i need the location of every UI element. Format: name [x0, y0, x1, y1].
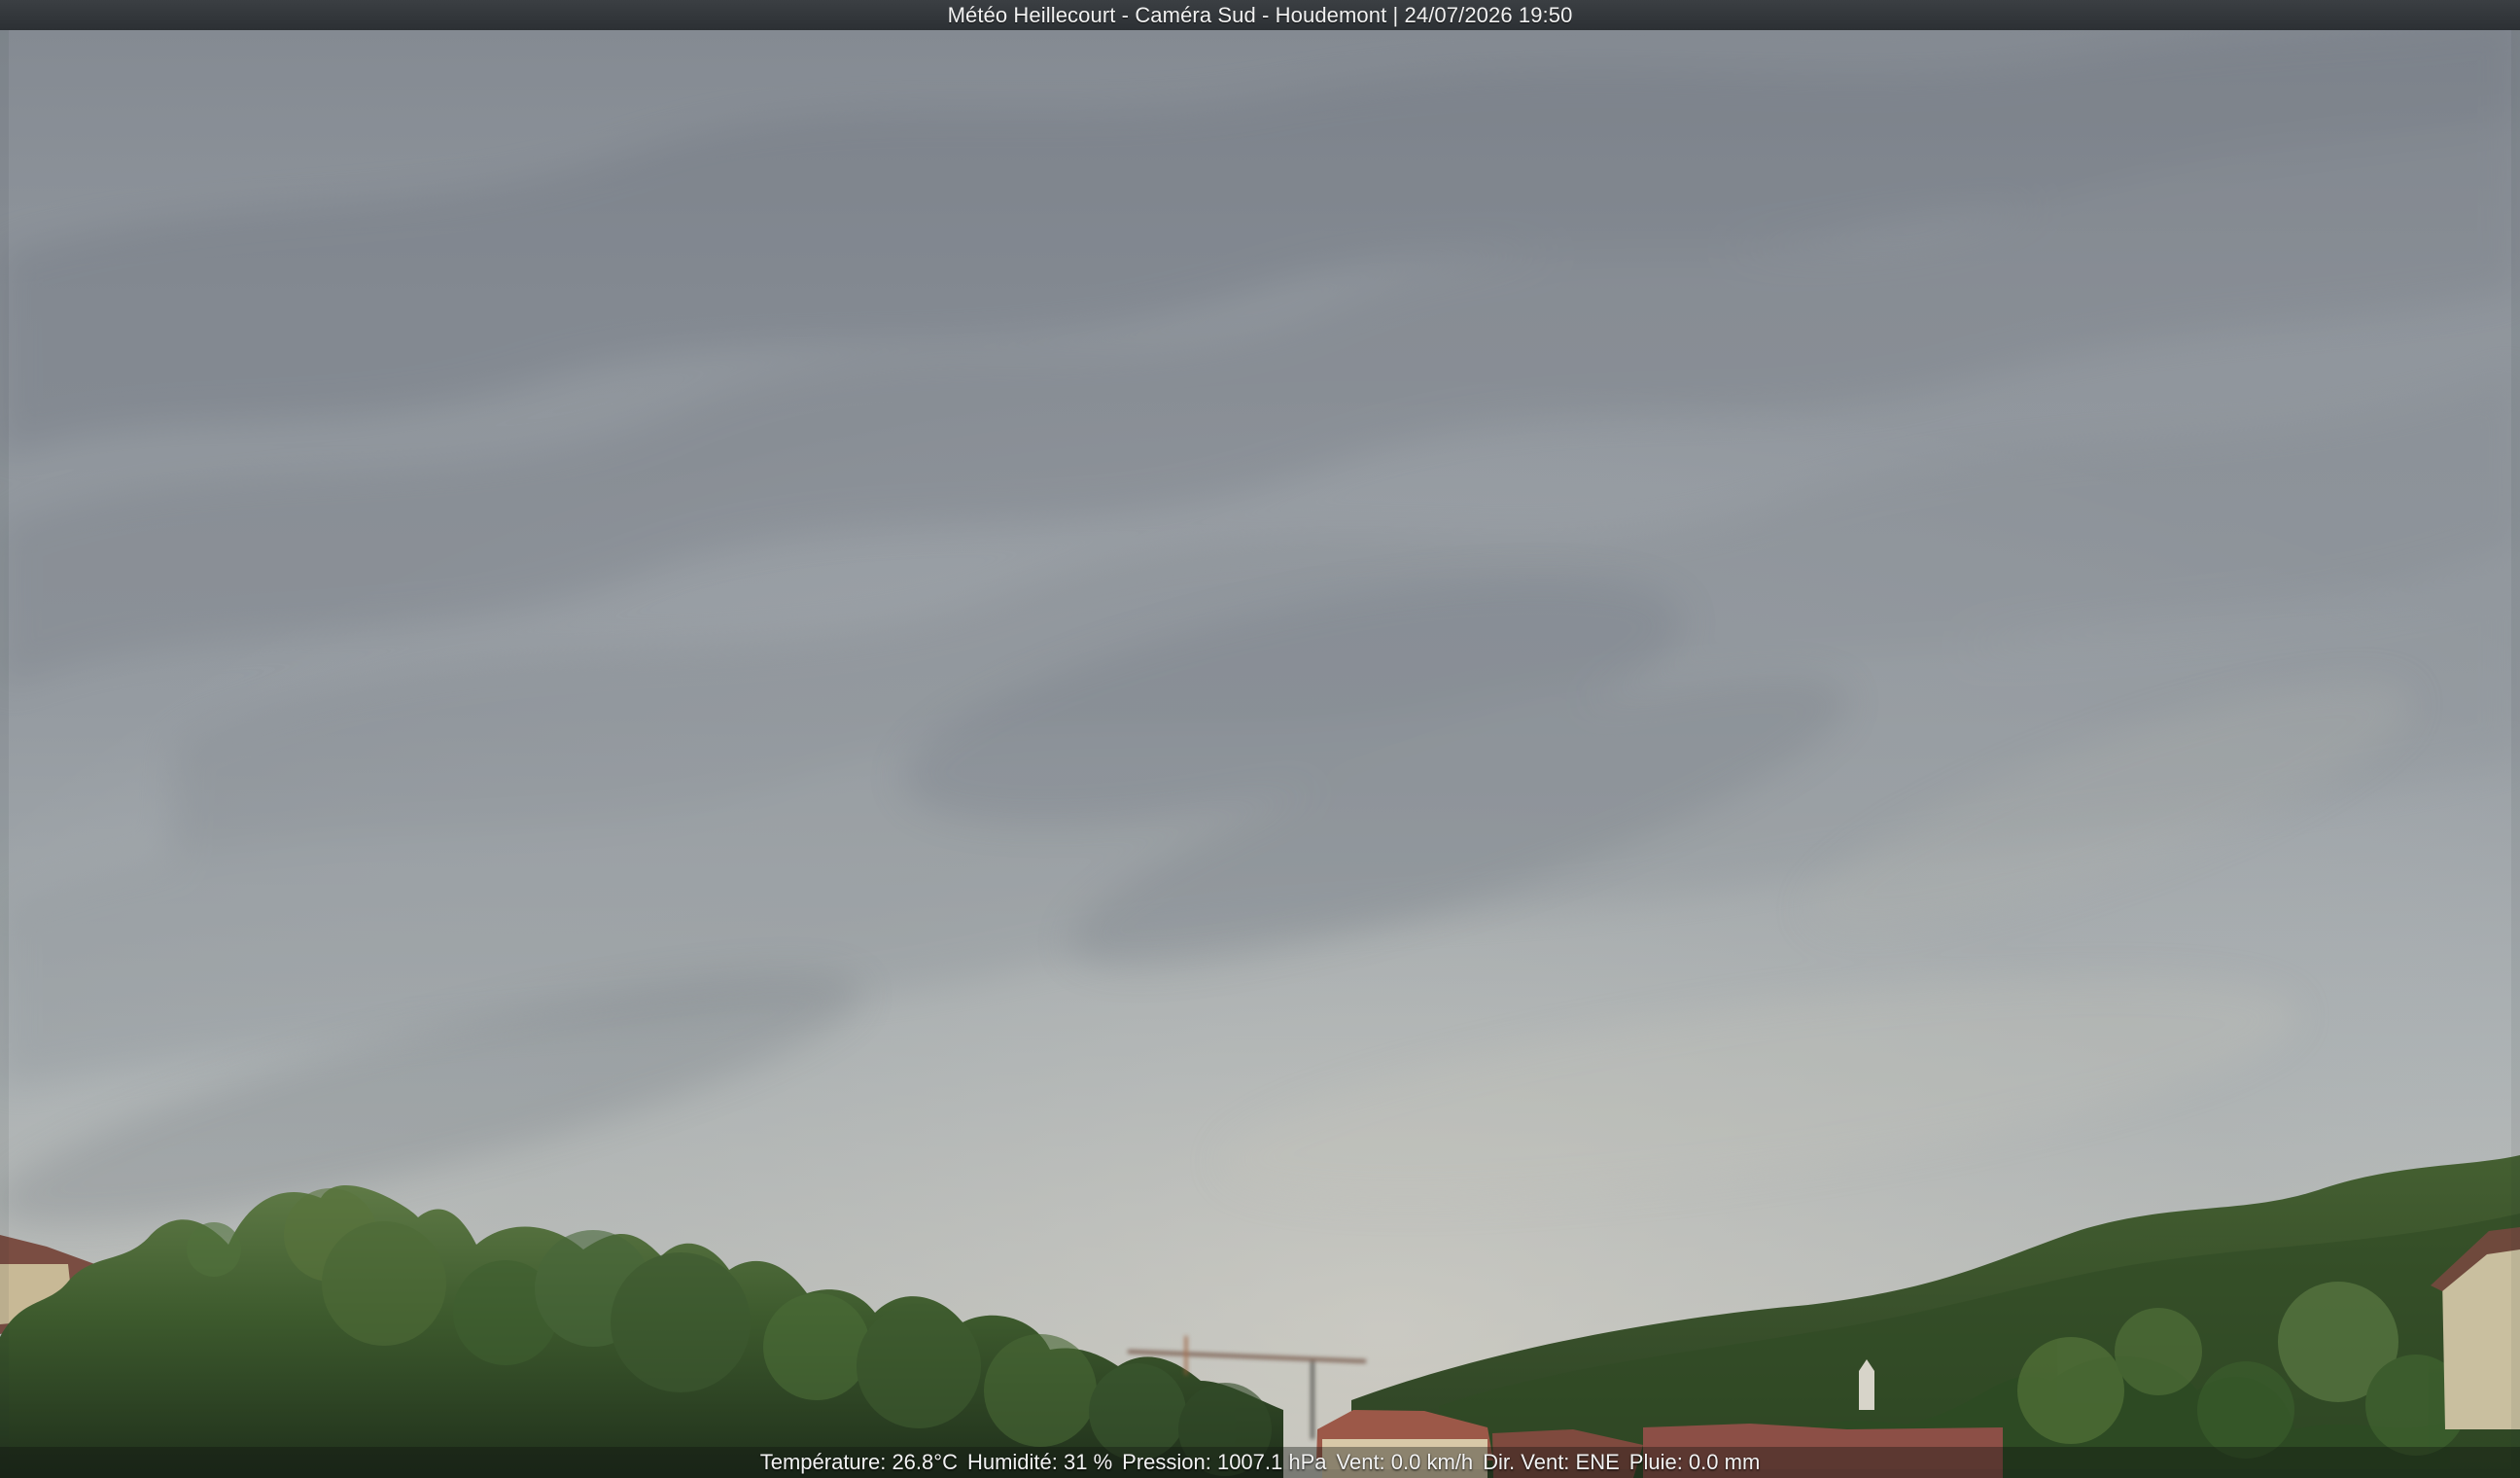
webcam-frame: Météo Heillecourt - Caméra Sud - Houdemo… — [0, 0, 2520, 1478]
pressure-readout: Pression: 1007.1 hPa — [1122, 1450, 1327, 1474]
rain-readout: Pluie: 0.0 mm — [1628, 1450, 1761, 1474]
camera-title-bar: Météo Heillecourt - Caméra Sud - Houdemo… — [0, 0, 2520, 30]
humidity-readout: Humidité: 31 % — [966, 1450, 1113, 1474]
webcam-image — [0, 0, 2520, 1478]
temperature-readout: Température: 26.8°C — [759, 1450, 958, 1474]
wind-speed-readout: Vent: 0.0 km/h — [1336, 1450, 1474, 1474]
camera-title: Météo Heillecourt - Caméra Sud - Houdemo… — [947, 3, 1573, 27]
weather-overlay: Température: 26.8°C Humidité: 31 % Press… — [0, 1447, 2520, 1478]
wind-direction-readout: Dir. Vent: ENE — [1483, 1450, 1620, 1474]
